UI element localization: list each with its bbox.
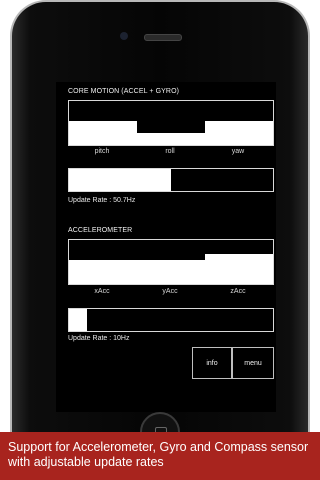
roll-bar xyxy=(137,133,205,145)
zacc-bar xyxy=(205,254,273,284)
yacc-bar xyxy=(137,260,205,284)
accelerometer-graph xyxy=(68,239,274,285)
pitch-label: pitch xyxy=(94,148,110,155)
accelerometer-rate-slider[interactable] xyxy=(68,308,274,332)
pitch-bar xyxy=(69,121,137,145)
yaw-bar xyxy=(205,121,273,145)
accelerometer-title: ACCELEROMETER xyxy=(68,227,133,234)
yaw-label: yaw xyxy=(231,148,245,155)
core-motion-title: CORE MOTION (ACCEL + GYRO) xyxy=(68,88,180,95)
zacc-label: zAcc xyxy=(230,288,246,295)
core-motion-rate-fill xyxy=(69,169,171,191)
front-camera xyxy=(120,32,128,40)
promo-caption: Support for Accelerometer, Gyro and Comp… xyxy=(0,432,320,480)
xacc-bar xyxy=(69,260,137,284)
core-motion-graph xyxy=(68,100,274,146)
earpiece-speaker xyxy=(144,34,182,41)
accelerometer-rate-text: Update Rate : 10Hz xyxy=(68,335,130,342)
info-button[interactable]: info xyxy=(192,347,232,379)
core-motion-rate-slider[interactable] xyxy=(68,168,274,192)
roll-label: roll xyxy=(165,148,175,155)
menu-button[interactable]: menu xyxy=(232,347,274,379)
app-screen: CORE MOTION (ACCEL + GYRO) pitch roll ya… xyxy=(56,82,276,412)
xacc-label: xAcc xyxy=(94,288,110,295)
phone-frame: CORE MOTION (ACCEL + GYRO) pitch roll ya… xyxy=(10,0,310,480)
yacc-label: yAcc xyxy=(162,288,178,295)
core-motion-rate-text: Update Rate : 50.7Hz xyxy=(68,197,136,204)
accelerometer-rate-fill xyxy=(69,309,88,331)
